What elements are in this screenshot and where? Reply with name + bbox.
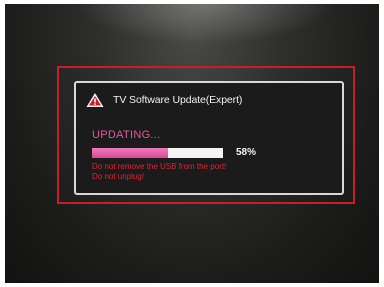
warning-triangle-icon — [86, 93, 104, 107]
warning-message: Do not remove the USB from the port! Do … — [92, 162, 226, 182]
software-update-dialog: TV Software Update(Expert) UPDATING... 5… — [74, 81, 344, 195]
progress-bar-fill — [92, 148, 168, 158]
tv-screen-photo: TV Software Update(Expert) UPDATING... 5… — [5, 4, 379, 283]
progress-bar — [92, 148, 223, 158]
dialog-header: TV Software Update(Expert) — [86, 92, 242, 108]
update-status: UPDATING... — [92, 129, 161, 141]
warning-line-unplug: Do not unplug! — [92, 172, 145, 181]
warning-line-usb: Do not remove the USB from the port! — [92, 162, 227, 171]
progress-percent: 58% — [236, 147, 257, 158]
screen-glare — [75, 4, 335, 44]
dialog-title: TV Software Update(Expert) — [113, 94, 243, 106]
